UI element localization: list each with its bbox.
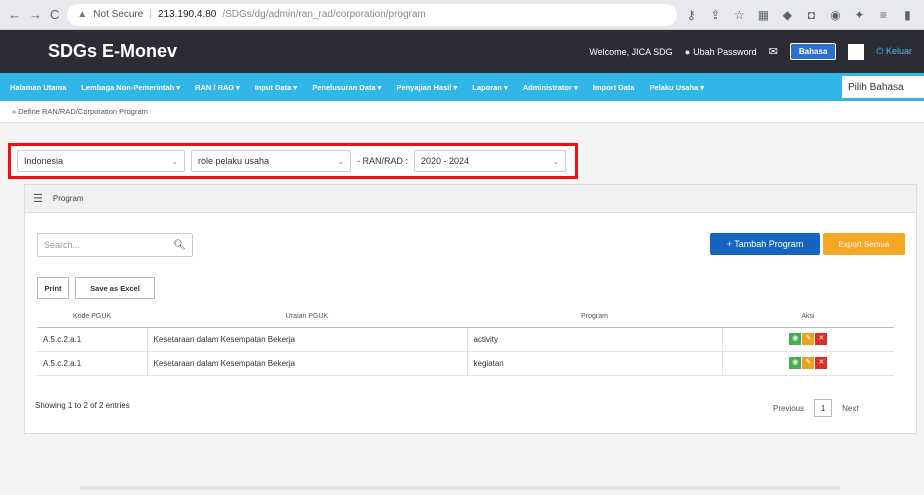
actor-select[interactable]: role pelaku usaha ⌄ bbox=[191, 150, 351, 172]
edit-button[interactable]: ✎ bbox=[802, 357, 815, 369]
pagination: Previous 1 Next bbox=[773, 399, 859, 417]
cell-kode: A.5.c.2.a.1 bbox=[37, 351, 147, 376]
key-icon[interactable]: ⚷ bbox=[685, 8, 697, 22]
url-host: 213.190.4.80 bbox=[157, 9, 217, 20]
search-input[interactable]: Search... 🔍︎ bbox=[37, 233, 193, 257]
welcome-text: Welcome, JICA SDG bbox=[589, 46, 673, 57]
program-panel: ☰ Program Search... 🔍︎ + Tambah Program … bbox=[24, 184, 917, 434]
cell-actions: ◉ ✎ ✕ bbox=[721, 327, 894, 352]
menu-icon[interactable]: ≡ bbox=[877, 8, 889, 22]
list-icon: ☰ bbox=[33, 193, 43, 205]
table-row: A.5.c.2.a.1 Kesetaraan dalam Kesempatan … bbox=[37, 351, 894, 376]
app-header: SDGs E-Monev Welcome, JICA SDG ● Ubah Pa… bbox=[0, 30, 924, 73]
app-title: SDGs E-Monev bbox=[48, 41, 178, 61]
reload-icon[interactable]: C bbox=[50, 7, 59, 22]
browser-toolbar: ← → C ▲ Not Secure | 213.190.4.80/SDGs/d… bbox=[0, 0, 924, 30]
column-header-kode[interactable]: Kode PGUK bbox=[37, 307, 147, 328]
next-page-link[interactable]: Next bbox=[842, 404, 858, 413]
cell-kode: A.5.c.2.a.1 bbox=[37, 327, 147, 352]
cell-uraian: Kesetaraan dalam Kesempatan Bekerja bbox=[146, 351, 467, 376]
bahasa-button[interactable]: Bahasa bbox=[789, 43, 837, 60]
warning-icon: ▲ bbox=[77, 9, 88, 20]
cell-actions: ◉ ✎ ✕ bbox=[721, 351, 894, 376]
address-bar[interactable]: ▲ Not Secure | 213.190.4.80/SDGs/dg/admi… bbox=[67, 3, 678, 26]
column-header-uraian[interactable]: Uraian PGUK bbox=[147, 307, 467, 328]
program-table: Kode PGUK Uraian PGUK Program Aksi A.5.c… bbox=[37, 307, 894, 376]
delete-button[interactable]: ✕ bbox=[815, 333, 828, 345]
cell-uraian: Kesetaraan dalam Kesempatan Bekerja bbox=[146, 327, 467, 352]
delete-button[interactable]: ✕ bbox=[815, 357, 828, 369]
puzzle-icon[interactable]: ✦ bbox=[853, 8, 865, 22]
shield-icon[interactable]: ◘ bbox=[805, 8, 817, 22]
star-icon[interactable]: ☆ bbox=[733, 8, 745, 22]
extensions-area: ⚷ ⇪ ☆ ▦ ◆ ◘ ◉ ✦ ≡ ▮ ⊥ bbox=[685, 8, 924, 22]
column-header-program[interactable]: Program bbox=[467, 307, 722, 328]
page-1-button[interactable]: 1 bbox=[814, 399, 833, 417]
ran-rad-label: - RAN/RAD : bbox=[357, 156, 409, 166]
menu-item-ran-rad[interactable]: RAN / RAD ▾ bbox=[195, 83, 240, 92]
search-icon[interactable]: 🔍︎ bbox=[173, 240, 186, 251]
chevron-down-icon: ⌄ bbox=[337, 156, 344, 166]
menu-item-results[interactable]: Penyajian Hasil ▾ bbox=[396, 83, 457, 92]
menu-item-home[interactable]: Halaman Utama bbox=[10, 83, 66, 92]
grid-icon[interactable]: ▦ bbox=[757, 8, 769, 22]
url-path: /SDGs/dg/admin/ran_rad/corporation/progr… bbox=[222, 9, 426, 20]
menu-item-non-government[interactable]: Lembaga Non-Pemerintah ▾ bbox=[81, 83, 180, 92]
menu-item-input-data[interactable]: Input Data ▾ bbox=[255, 83, 298, 92]
filter-bar: Indonesia ⌄ role pelaku usaha ⌄ - RAN/RA… bbox=[8, 143, 578, 179]
panel-title: Program bbox=[52, 194, 84, 203]
chevron-down-icon: ⌄ bbox=[171, 156, 178, 166]
footer-divider bbox=[80, 486, 840, 490]
security-label: Not Secure bbox=[93, 9, 144, 20]
table-info: Showing 1 to 2 of 2 entries bbox=[35, 401, 130, 410]
export-all-button[interactable]: Export Semua bbox=[823, 233, 905, 255]
change-password-link[interactable]: ● Ubah Password bbox=[685, 47, 757, 57]
main-menu: Halaman Utama Lembaga Non-Pemerintah ▾ R… bbox=[0, 73, 924, 101]
menu-item-administrator[interactable]: Administrator ▾ bbox=[523, 83, 578, 92]
language-toggle[interactable] bbox=[848, 43, 865, 60]
pin-icon[interactable]: ◉ bbox=[829, 8, 841, 22]
column-header-aksi: Aksi bbox=[722, 307, 894, 328]
breadcrumb[interactable]: » Define RAN/RAD/Corporation Program bbox=[0, 101, 924, 123]
logout-link[interactable]: ⏻ Keluar bbox=[876, 46, 912, 57]
menu-item-data-tracing[interactable]: Penelusuran Data ▾ bbox=[312, 83, 381, 92]
chevron-down-icon: ⌄ bbox=[552, 156, 560, 166]
view-button[interactable]: ◉ bbox=[789, 333, 802, 345]
region-select[interactable]: Indonesia ⌄ bbox=[17, 150, 185, 172]
lock-icon: ● bbox=[684, 46, 691, 57]
language-select[interactable]: Pilih Bahasa bbox=[842, 76, 924, 98]
sidebar-icon[interactable]: ▮ bbox=[901, 8, 913, 22]
mail-icon[interactable]: ✉ bbox=[769, 45, 778, 58]
save-excel-button[interactable]: Save as Excel bbox=[75, 277, 155, 299]
period-select[interactable]: 2020 - 2024 ⌄ bbox=[414, 150, 567, 172]
forward-icon[interactable]: → bbox=[29, 7, 42, 22]
cell-program: activity bbox=[466, 327, 722, 352]
panel-header: ☰ Program bbox=[25, 185, 916, 213]
previous-page-link[interactable]: Previous bbox=[773, 404, 804, 413]
view-button[interactable]: ◉ bbox=[789, 357, 802, 369]
edit-button[interactable]: ✎ bbox=[802, 333, 815, 345]
extension-icon[interactable]: ◆ bbox=[781, 8, 793, 22]
print-button[interactable]: Print bbox=[37, 277, 69, 299]
table-row: A.5.c.2.a.1 Kesetaraan dalam Kesempatan … bbox=[37, 327, 894, 352]
menu-item-business-actors[interactable]: Pelaku Usaha ▾ bbox=[649, 83, 704, 92]
share-icon[interactable]: ⇪ bbox=[709, 8, 721, 22]
menu-item-reports[interactable]: Laporan ▾ bbox=[472, 83, 507, 92]
menu-item-import-data[interactable]: Import Data bbox=[593, 83, 635, 92]
add-program-button[interactable]: + Tambah Program bbox=[710, 233, 820, 255]
back-icon[interactable]: ← bbox=[8, 7, 21, 22]
cell-program: kegiatan bbox=[466, 351, 722, 376]
